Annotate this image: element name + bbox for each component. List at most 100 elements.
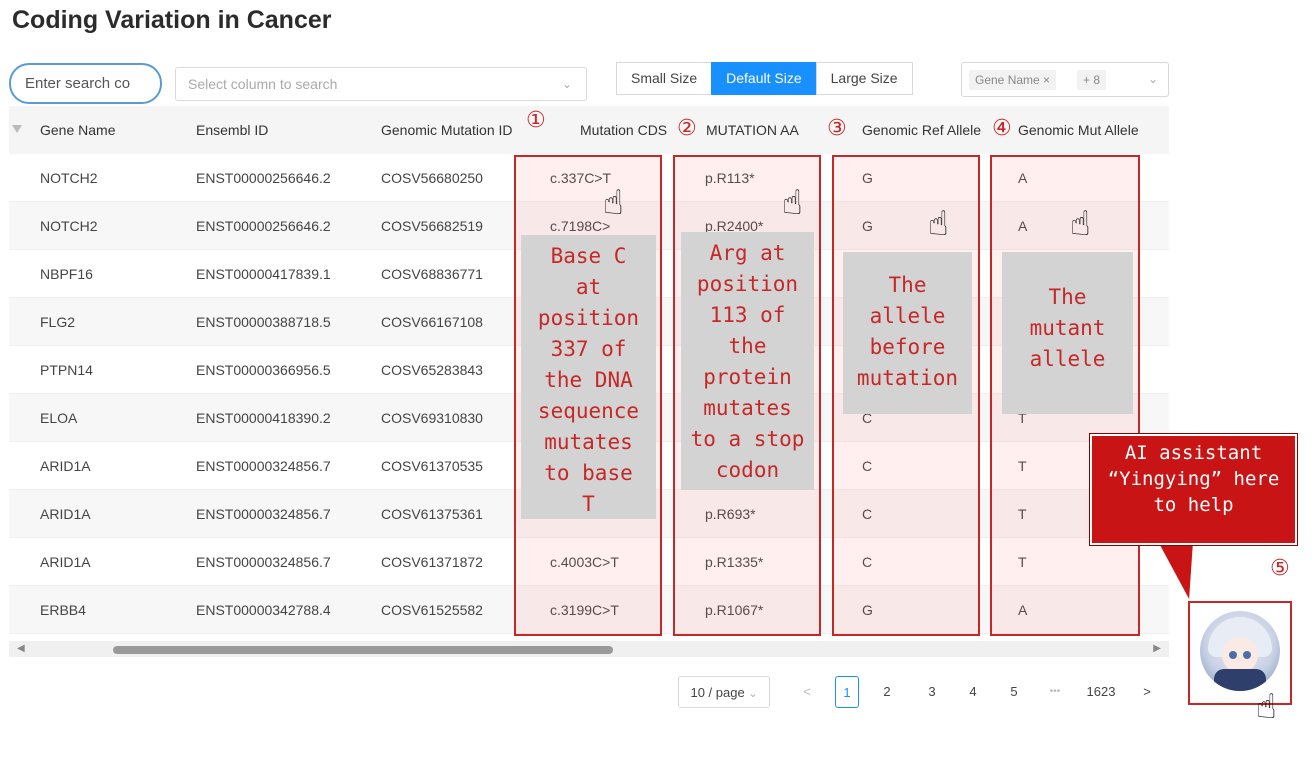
column-select[interactable]: Select column to search ⌄ [175, 67, 587, 101]
chevron-down-icon: ⌄ [1147, 72, 1158, 86]
mut-allele-explanation-note: The mutant allele [1002, 252, 1133, 414]
aa-note-line: codon [715, 458, 780, 482]
mut-note-line: mutant [1029, 316, 1106, 340]
cell-genomic-mutation-id: COSV61375361 [381, 506, 483, 522]
column-select-placeholder: Select column to search [188, 76, 338, 92]
cell-gene-name: FLG2 [40, 314, 76, 330]
col-genomic-ref-allele[interactable]: Genomic Ref Allele [862, 106, 981, 154]
default-size-button[interactable]: Default Size [711, 62, 817, 95]
column-tag[interactable]: Gene Name × [969, 70, 1057, 90]
cell-ensembl-id: ENST00000366956.5 [196, 362, 331, 378]
cell-gene-name: ERBB4 [40, 602, 86, 618]
pagination-ellipsis[interactable]: ••• [1038, 676, 1072, 708]
cell-genomic-mutation-id: COSV61371872 [381, 554, 483, 570]
cell-genomic-mutation-id: COSV61525582 [381, 602, 483, 618]
marker-1: ① [526, 108, 546, 133]
scroll-left-icon[interactable]: ◀ [17, 643, 25, 654]
scrollbar-thumb[interactable] [113, 646, 613, 654]
cds-note-line: 337 of [550, 337, 627, 361]
cell-ensembl-id: ENST00000388718.5 [196, 314, 331, 330]
page-5-button[interactable]: 5 [1007, 676, 1021, 708]
cell-genomic-mutation-id: COSV69310830 [381, 410, 483, 426]
cell-genomic-mutation-id: COSV65283843 [381, 362, 483, 378]
cds-note-line: Base C [550, 244, 627, 268]
cell-ensembl-id: ENST00000256646.2 [196, 170, 331, 186]
ref-note-line: allele [869, 304, 946, 328]
page-2-button[interactable]: 2 [880, 676, 894, 708]
mut-note-line: allele [1029, 347, 1106, 371]
page-1-button[interactable]: 1 [835, 676, 859, 708]
filter-icon[interactable] [12, 125, 22, 133]
cell-genomic-mutation-id: COSV66167108 [381, 314, 483, 330]
aa-note-line: mutates [703, 396, 792, 420]
cds-note-line: mutates [544, 430, 633, 454]
more-columns-tag: + 8 [1077, 70, 1107, 90]
cell-ensembl-id: ENST00000256646.2 [196, 218, 331, 234]
small-size-button[interactable]: Small Size [616, 62, 713, 95]
cell-ensembl-id: ENST00000342788.4 [196, 602, 331, 618]
col-genomic-mutation-id[interactable]: Genomic Mutation ID [381, 106, 513, 154]
aa-note-line: 113 of [709, 303, 786, 327]
page-3-button[interactable]: 3 [925, 676, 939, 708]
last-page-button[interactable]: 1623 [1084, 676, 1118, 708]
cell-gene-name: ELOA [40, 410, 78, 426]
scroll-right-icon[interactable]: ▶ [1153, 643, 1161, 654]
page-4-button[interactable]: 4 [966, 676, 980, 708]
pointer-hand-icon: ☝ [782, 184, 803, 222]
cds-note-line: to base [544, 461, 633, 485]
cell-gene-name: ARID1A [40, 458, 91, 474]
pointer-hand-icon: ☝ [603, 184, 624, 222]
cell-ensembl-id: ENST00000324856.7 [196, 458, 331, 474]
cell-genomic-mutation-id: COSV68836771 [381, 266, 483, 282]
marker-2: ② [677, 116, 697, 141]
page-size-select[interactable]: 10 / page ⌄ [678, 676, 770, 708]
mut-note-line: The [1048, 285, 1087, 309]
cds-note-line: at [575, 275, 602, 299]
assistant-callout-line: to help [1153, 494, 1234, 516]
marker-5: ⑤ [1270, 556, 1290, 581]
next-page-button[interactable]: > [1140, 676, 1154, 708]
col-ensembl-id[interactable]: Ensembl ID [196, 106, 268, 154]
cell-ensembl-id: ENST00000324856.7 [196, 506, 331, 522]
horizontal-scrollbar[interactable]: ◀ ▶ [9, 641, 1169, 657]
pointer-hand-icon: ☝ [928, 205, 949, 243]
assistant-callout-line: “Yingying” here [1107, 468, 1280, 490]
close-icon[interactable]: × [1043, 73, 1050, 87]
page-size-label: 10 / page [690, 685, 745, 700]
cds-note-line: position [537, 306, 640, 330]
col-gene-name[interactable]: Gene Name [40, 106, 115, 154]
column-filter-select[interactable]: Gene Name × + 8 ⌄ [961, 62, 1169, 97]
cell-gene-name: NOTCH2 [40, 218, 98, 234]
col-mutation-aa[interactable]: MUTATION AA [706, 106, 799, 154]
cell-ensembl-id: ENST00000324856.7 [196, 554, 331, 570]
cell-genomic-mutation-id: COSV61370535 [381, 458, 483, 474]
aa-explanation-note: Arg at position 113 of the protein mutates to … [681, 232, 814, 490]
ref-note-line: mutation [856, 366, 959, 390]
cell-ensembl-id: ENST00000418390.2 [196, 410, 331, 426]
chevron-down-icon: ⌄ [748, 688, 758, 700]
cell-gene-name: NOTCH2 [40, 170, 98, 186]
cds-note-line: sequence [537, 399, 640, 423]
avatar[interactable] [1200, 611, 1280, 691]
col-genomic-mut-allele[interactable]: Genomic Mut Allele [1018, 106, 1139, 154]
aa-note-line: Arg at [709, 241, 786, 265]
aa-note-line: position [696, 272, 799, 296]
ref-note-line: The [888, 273, 927, 297]
cell-gene-name: NBPF16 [40, 266, 93, 282]
large-size-button[interactable]: Large Size [815, 62, 913, 95]
column-tag-label: Gene Name [975, 73, 1040, 87]
marker-4: ④ [992, 116, 1012, 141]
col-mutation-cds[interactable]: Mutation CDS [580, 106, 667, 154]
ref-note-line: before [869, 335, 946, 359]
cell-gene-name: ARID1A [40, 554, 91, 570]
aa-note-line: protein [703, 365, 792, 389]
chevron-down-icon: ⌄ [561, 77, 572, 91]
assistant-callout: AI assistant “Yingying” here to help [1089, 433, 1298, 546]
prev-page-button[interactable]: < [800, 676, 814, 708]
cell-genomic-mutation-id: COSV56680250 [381, 170, 483, 186]
cell-genomic-mutation-id: COSV56682519 [381, 218, 483, 234]
assistant-callout-line: AI assistant [1124, 442, 1263, 464]
search-input[interactable] [9, 63, 162, 104]
cell-gene-name: ARID1A [40, 506, 91, 522]
cds-explanation-note: Base C at position 337 of the DNA sequence mut… [521, 235, 656, 519]
